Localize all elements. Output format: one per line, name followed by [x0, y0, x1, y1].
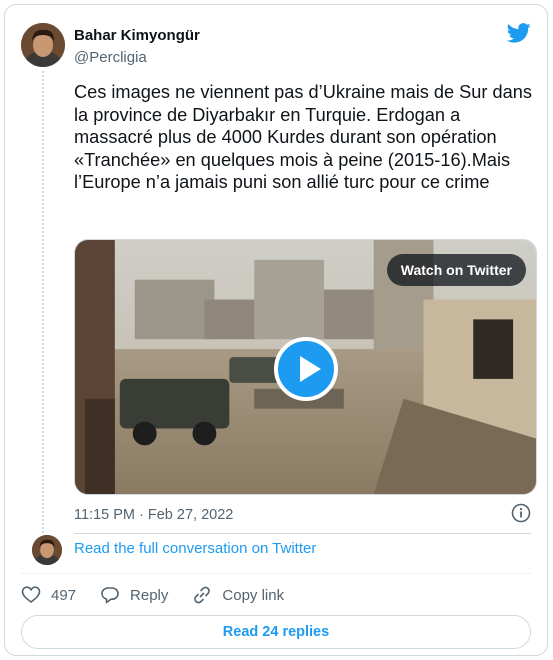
play-button[interactable]	[274, 337, 338, 401]
tweet-card: Bahar Kimyongür @Percligia Ces images ne…	[4, 4, 548, 656]
info-icon[interactable]	[511, 503, 531, 523]
author-handle[interactable]: @Percligia	[74, 49, 147, 66]
divider	[21, 573, 531, 574]
tweet-text: Ces images ne viennent pas d’Ukraine mai…	[74, 82, 532, 192]
conversation-avatar	[32, 535, 62, 565]
read-replies-button[interactable]: Read 24 replies	[21, 615, 531, 649]
avatar-portrait	[21, 23, 65, 67]
play-icon	[300, 356, 321, 382]
like-count: 497	[51, 586, 77, 604]
reply-button[interactable]: Reply	[100, 585, 168, 605]
action-bar: 497 Reply Copy link	[21, 583, 308, 607]
divider	[74, 533, 531, 534]
avatar-portrait	[32, 535, 62, 565]
author-name[interactable]: Bahar Kimyongür	[74, 27, 200, 44]
watch-on-twitter-button[interactable]: Watch on Twitter	[386, 254, 526, 286]
reply-bubble-icon	[101, 587, 119, 604]
video-thumbnail[interactable]: Watch on Twitter	[74, 239, 537, 495]
read-full-conversation-link[interactable]: Read the full conversation on Twitter	[74, 540, 316, 557]
copy-link-button[interactable]: Copy link	[192, 585, 284, 605]
copy-link-label: Copy link	[222, 586, 285, 604]
author-avatar[interactable]	[21, 23, 65, 67]
heart-icon	[21, 586, 41, 604]
reply-label: Reply	[130, 586, 169, 604]
thread-line	[42, 71, 44, 533]
link-icon	[194, 586, 211, 604]
twitter-bird-icon[interactable]	[507, 23, 531, 43]
tweet-timestamp[interactable]: 11:15 PM · Feb 27, 2022	[74, 507, 233, 523]
like-button[interactable]: 497	[21, 585, 76, 605]
